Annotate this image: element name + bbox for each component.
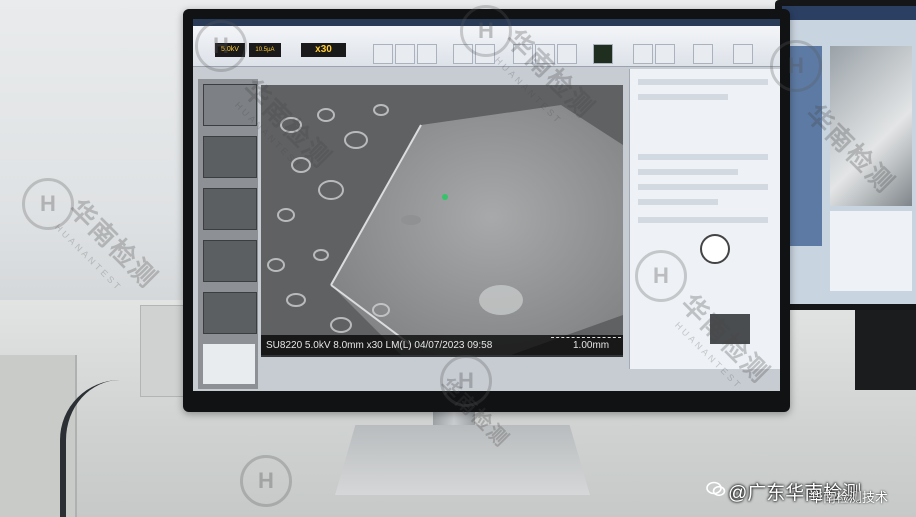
- image-info-text: SU8220 5.0kV 8.0mm x30 LM(L) 04/07/2023 …: [266, 340, 493, 351]
- panel-control[interactable]: [638, 199, 718, 205]
- toolbar-button[interactable]: [633, 44, 653, 64]
- toolbar-button[interactable]: [373, 44, 393, 64]
- panel-control[interactable]: [638, 184, 768, 190]
- toolbar-button[interactable]: [417, 44, 437, 64]
- image-thumbnail-strip: [198, 79, 258, 389]
- image-info-bar: SU8220 5.0kV 8.0mm x30 LM(L) 04/07/2023 …: [261, 335, 623, 357]
- monitor-base: [335, 425, 590, 495]
- panel-control[interactable]: [638, 154, 768, 160]
- image-thumbnail[interactable]: [203, 188, 257, 230]
- panel-row: [638, 94, 728, 100]
- image-thumbnail[interactable]: [203, 136, 257, 178]
- toolbar-button[interactable]: [693, 44, 713, 64]
- watermark-logo: H: [22, 178, 74, 230]
- panel-control[interactable]: [638, 217, 768, 223]
- watermark-logo: H: [195, 20, 247, 72]
- source-subtitle: 华南检测技术: [810, 490, 889, 505]
- toolbar-button[interactable]: [733, 44, 753, 64]
- panel-control[interactable]: [638, 169, 738, 175]
- stage-position-indicator[interactable]: [700, 234, 730, 264]
- watermark-logo: H: [240, 455, 292, 507]
- current-readout: 10.5µA: [249, 43, 281, 57]
- focus-crosshair-button[interactable]: [593, 44, 613, 64]
- magnification-readout: x30: [301, 43, 346, 57]
- watermark-logo: H: [635, 250, 687, 302]
- second-monitor-stand: [855, 310, 916, 390]
- scale-bar-label: 1.00mm: [573, 340, 610, 351]
- wechat-icon: [706, 481, 726, 497]
- watermark-logo: H: [770, 40, 822, 92]
- panel-row: [638, 79, 768, 85]
- toolbar-button[interactable]: [395, 44, 415, 64]
- toolbar-button[interactable]: [655, 44, 675, 64]
- thumbnail-controls[interactable]: [203, 344, 255, 384]
- image-thumbnail[interactable]: [203, 292, 257, 334]
- image-thumbnail[interactable]: [203, 240, 257, 282]
